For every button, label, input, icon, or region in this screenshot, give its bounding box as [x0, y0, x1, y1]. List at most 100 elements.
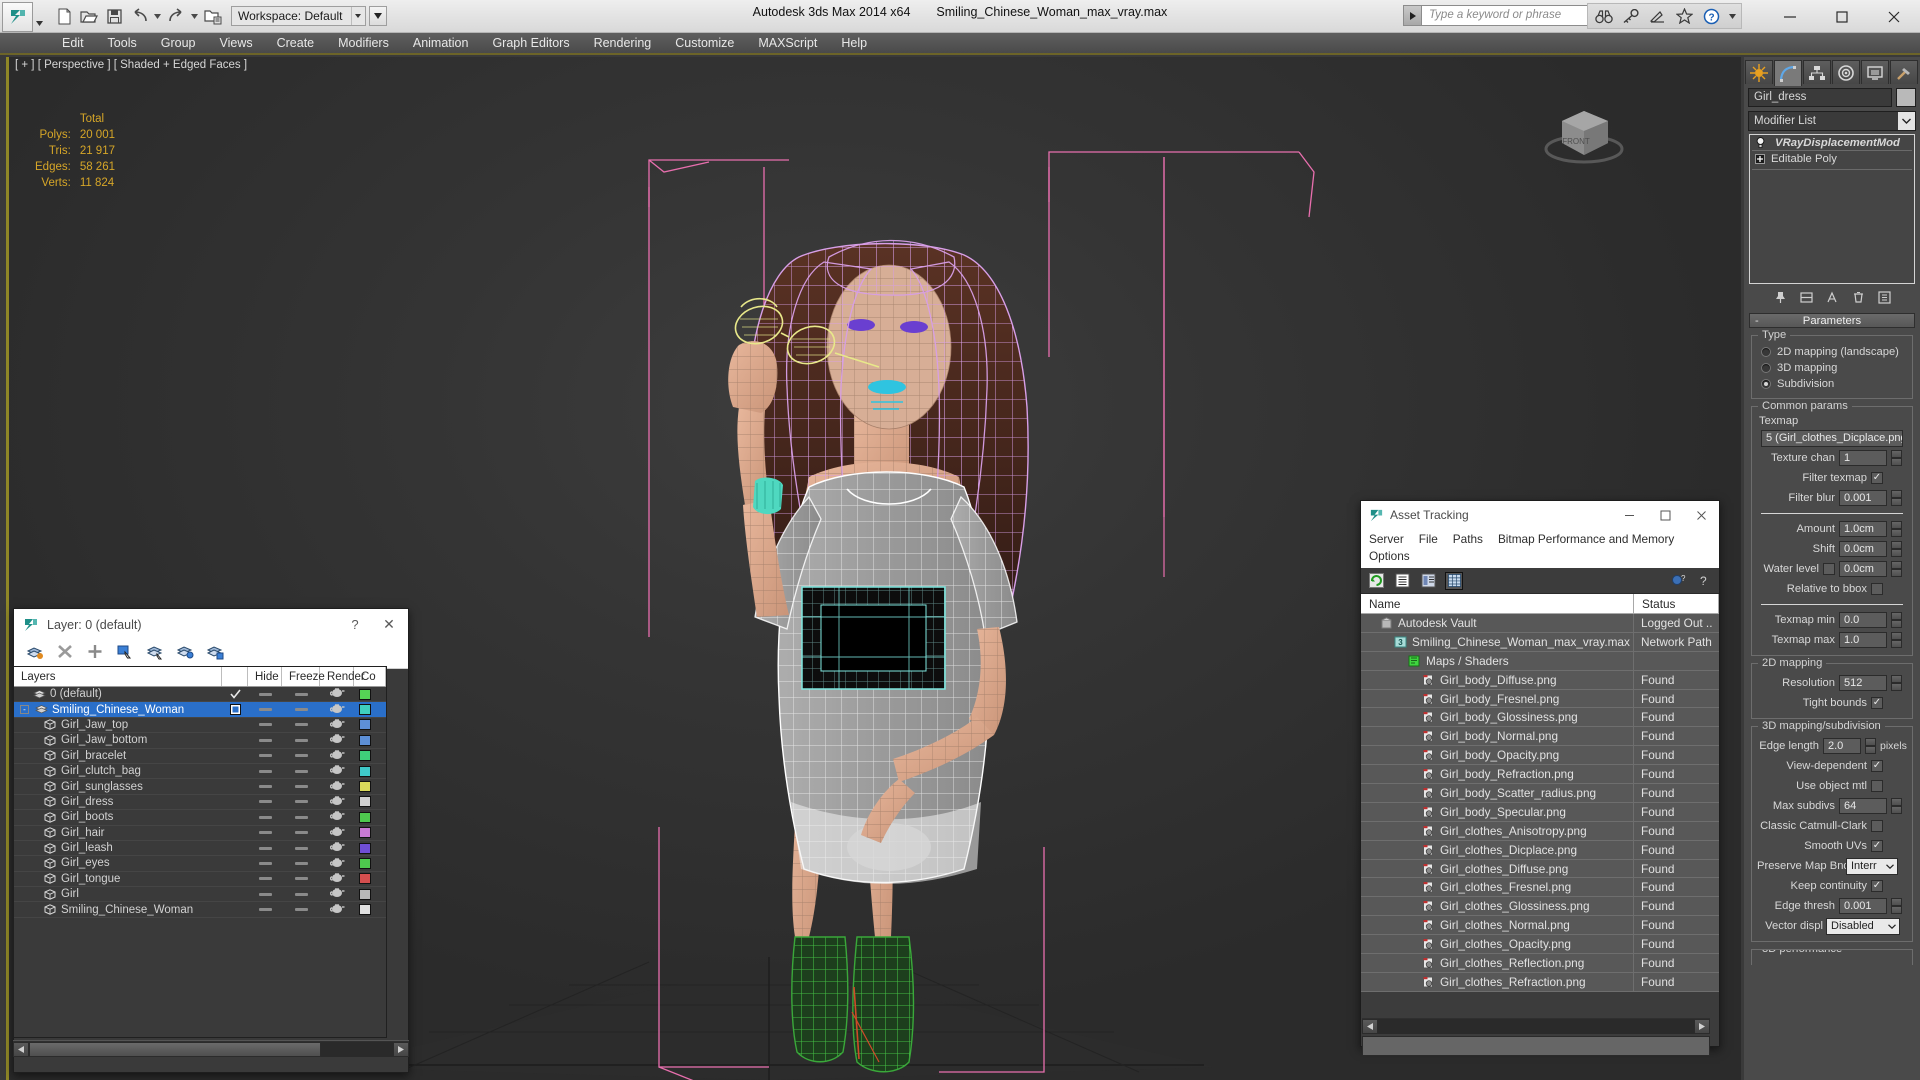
layer-freeze-toggle[interactable]: [282, 892, 320, 896]
layer-row-name[interactable]: Girl_dress: [14, 796, 222, 808]
modifier-stack-item-vraydisplacement[interactable]: VRayDisplacementMod: [1750, 135, 1914, 150]
smooth-uvs-checkbox[interactable]: ✓: [1871, 840, 1883, 852]
close-button[interactable]: [1868, 0, 1920, 33]
layer-hide-toggle[interactable]: [248, 908, 282, 912]
asset-row[interactable]: Girl_body_Normal.png Found: [1361, 727, 1719, 747]
resolution-field[interactable]: 512: [1839, 675, 1887, 691]
layer-freeze-toggle[interactable]: [282, 831, 320, 835]
layer-row[interactable]: Smiling_Chinese_Woman: [14, 902, 386, 918]
layer-color-swatch[interactable]: [354, 719, 376, 731]
asset-row[interactable]: Girl_body_Fresnel.png Found: [1361, 689, 1719, 709]
edge-length-spinner[interactable]: [1865, 738, 1876, 754]
layer-hide-toggle[interactable]: [248, 723, 282, 727]
asset-row-name[interactable]: Girl_body_Refraction.png: [1361, 765, 1634, 784]
asset-row[interactable]: Girl_clothes_Diffuse.png Found: [1361, 859, 1719, 879]
layer-color-swatch[interactable]: [354, 750, 376, 762]
layer-freeze-toggle[interactable]: [282, 861, 320, 865]
layer-color-swatch[interactable]: [354, 781, 376, 793]
chevron-down-icon[interactable]: [1885, 923, 1899, 929]
modifier-stack-item-editablepoly[interactable]: Editable Poly: [1750, 151, 1914, 166]
menu-item-edit[interactable]: Edit: [50, 34, 96, 52]
texmap-max-field[interactable]: 1.0: [1839, 632, 1887, 648]
filter-blur-field[interactable]: 0.001: [1839, 490, 1887, 506]
layer-active-toggle[interactable]: [222, 704, 248, 716]
view-cube[interactable]: FRONT: [1538, 97, 1633, 174]
layer-freeze-toggle[interactable]: [282, 785, 320, 789]
asset-menu-options[interactable]: Options: [1369, 548, 1410, 565]
layer-color-swatch[interactable]: [354, 765, 376, 777]
asset-row-name[interactable]: 3 Smiling_Chinese_Woman_max_vray.max: [1361, 632, 1634, 651]
layer-row-name[interactable]: Girl_boots: [14, 811, 222, 823]
asset-row-name[interactable]: Girl_body_Opacity.png: [1361, 746, 1634, 765]
clutch-bag-mesh[interactable]: [801, 586, 946, 690]
maximize-button[interactable]: [1816, 0, 1868, 33]
command-panel[interactable]: Girl_dress Modifier List VRayDisplacemen…: [1744, 57, 1920, 1080]
asset-list-view-button[interactable]: [1393, 572, 1411, 590]
create-new-layer-button[interactable]: [24, 643, 46, 665]
search-dropdown-button[interactable]: [1403, 5, 1422, 26]
asset-row-name[interactable]: Girl_clothes_Refraction.png: [1361, 972, 1634, 991]
asset-row[interactable]: Girl_clothes_Glossiness.png Found: [1361, 897, 1719, 917]
workspace-selector[interactable]: Workspace: Default: [231, 6, 366, 26]
radio-circle-icon[interactable]: [1761, 347, 1771, 357]
object-color-swatch[interactable]: [1896, 88, 1916, 107]
app-menu-dropdown[interactable]: [33, 1, 46, 31]
menu-item-maxscript[interactable]: MAXScript: [746, 34, 829, 52]
menu-item-create[interactable]: Create: [265, 34, 327, 52]
layer-color-swatch[interactable]: [354, 857, 376, 869]
column-render[interactable]: Render: [320, 667, 365, 686]
layer-hide-toggle[interactable]: [248, 754, 282, 758]
parameters-rollout-header[interactable]: - Parameters: [1749, 313, 1915, 328]
layer-list-hscrollbar[interactable]: [13, 1040, 409, 1057]
layer-color-swatch[interactable]: [354, 734, 376, 746]
water-level-spinner[interactable]: [1891, 561, 1902, 577]
column-active[interactable]: [222, 667, 248, 686]
app-logo-button[interactable]: [2, 1, 33, 32]
asset-row[interactable]: Girl_clothes_Refraction.png Found: [1361, 972, 1719, 992]
asset-scroll-left-button[interactable]: [1362, 1018, 1378, 1034]
layer-row-name[interactable]: Girl: [14, 888, 222, 900]
tight-bounds-checkbox[interactable]: ✓: [1871, 697, 1883, 709]
layer-row-name[interactable]: Girl_tongue: [14, 873, 222, 885]
asset-list-body[interactable]: Autodesk Vault Logged Out .. 3 Smiling_Chin…: [1361, 614, 1719, 992]
asset-row[interactable]: Girl_clothes_Dicplace.png Found: [1361, 840, 1719, 860]
minimize-button[interactable]: [1764, 0, 1816, 33]
layer-freeze-toggle[interactable]: [282, 708, 320, 712]
asset-row[interactable]: Autodesk Vault Logged Out ..: [1361, 614, 1719, 633]
layer-dialog-help-button[interactable]: ?: [340, 617, 370, 632]
satellite-dish-button[interactable]: [1645, 4, 1670, 28]
layer-freeze-toggle[interactable]: [282, 846, 320, 850]
layer-row-name[interactable]: Girl_leash: [14, 842, 222, 854]
column-color[interactable]: Co: [354, 667, 386, 686]
scroll-left-button[interactable]: [13, 1041, 29, 1057]
asset-row-name[interactable]: Girl_clothes_Diffuse.png: [1361, 859, 1634, 878]
edge-thresh-field[interactable]: 0.001: [1839, 898, 1887, 914]
asset-status-field[interactable]: [1362, 1036, 1710, 1056]
asset-row-name[interactable]: Autodesk Vault: [1361, 614, 1634, 632]
hscroll-thumb[interactable]: [29, 1041, 321, 1057]
column-hide[interactable]: Hide: [248, 667, 282, 686]
layer-hide-toggle[interactable]: [248, 846, 282, 850]
binoculars-button[interactable]: [1591, 4, 1616, 28]
asset-tracking-dialog[interactable]: Asset Tracking Server File Paths Bitmap Per…: [1360, 500, 1720, 1047]
asset-row-name[interactable]: Girl_clothes_Glossiness.png: [1361, 897, 1634, 916]
layer-color-swatch[interactable]: [354, 811, 376, 823]
menu-item-customize[interactable]: Customize: [663, 34, 746, 52]
menu-item-rendering[interactable]: Rendering: [582, 34, 664, 52]
layer-row-name[interactable]: 0 (default): [14, 688, 222, 700]
asset-row-name[interactable]: Girl_body_Glossiness.png: [1361, 708, 1634, 727]
asset-row[interactable]: Girl_body_Scatter_radius.png Found: [1361, 784, 1719, 803]
select-objects-in-layer-button[interactable]: [114, 643, 136, 665]
new-file-button[interactable]: [52, 4, 76, 28]
menu-item-animation[interactable]: Animation: [401, 34, 481, 52]
asset-column-name[interactable]: Name: [1361, 594, 1634, 614]
menu-item-group[interactable]: Group: [149, 34, 208, 52]
layer-hide-toggle[interactable]: [248, 800, 282, 804]
favorites-button[interactable]: [1672, 4, 1697, 28]
configure-sets-button[interactable]: [1877, 290, 1892, 305]
layer-row-name[interactable]: Girl_sunglasses: [14, 781, 222, 793]
asset-detail-view-button[interactable]: [1419, 572, 1437, 590]
asset-row-name[interactable]: Girl_clothes_Opacity.png: [1361, 935, 1634, 954]
modifier-list-dropdown[interactable]: Modifier List: [1748, 111, 1916, 131]
undo-button[interactable]: [127, 4, 151, 28]
